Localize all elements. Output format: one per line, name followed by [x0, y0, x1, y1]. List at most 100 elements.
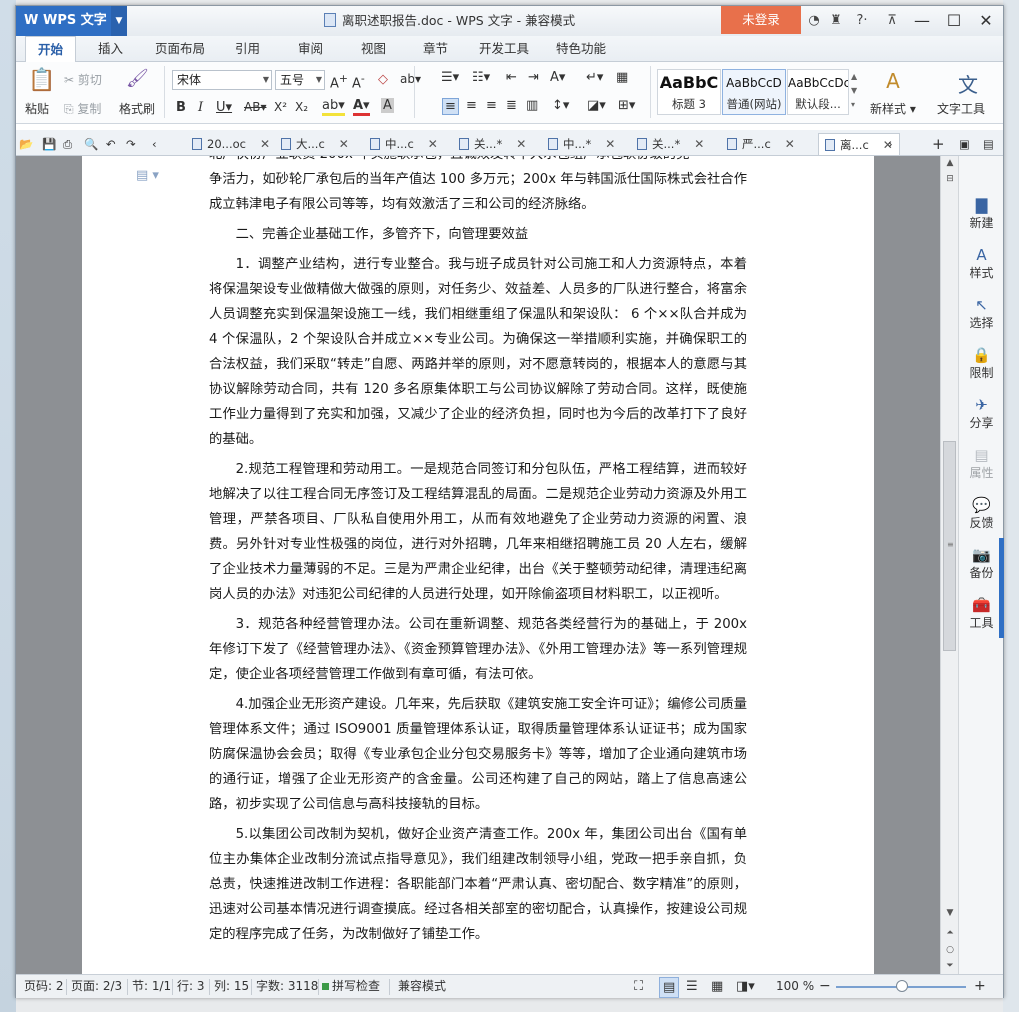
bold-icon[interactable]: B [176, 100, 186, 115]
scroll-down-icon[interactable]: ▼ [941, 908, 959, 918]
scroll-top-icon[interactable]: ▲ [941, 158, 959, 168]
close-button[interactable]: ✕ [970, 6, 1002, 36]
bullet-list-icon[interactable]: ☰▾ [441, 70, 459, 85]
help-icon[interactable]: ?· [848, 6, 876, 36]
doc-tab-5[interactable]: 中...* ✕ [548, 133, 615, 155]
format-painter-button[interactable]: 格式刷 [119, 100, 155, 117]
align-center-icon[interactable]: ≡ [466, 98, 477, 113]
superscript-icon[interactable]: X² [274, 100, 287, 114]
menu-view[interactable]: 视图 [361, 36, 386, 62]
text-tools-icon[interactable]: 文 [956, 69, 980, 98]
maximize-button[interactable]: ☐ [938, 6, 970, 36]
document-page[interactable]: ▤ ▾ 北产伙份厂业联员 200x 年实施联承包，且诚效发转平大水包组厂承包联协… [82, 156, 874, 974]
styles-scroll-icon[interactable]: ▲ ▼ ▾ [851, 70, 857, 112]
panel-new[interactable]: ▇ 新建 [959, 196, 1004, 231]
close-icon[interactable]: ✕ [516, 137, 526, 151]
new-style-button[interactable]: 新样式 ▾ [870, 100, 916, 117]
redo-icon[interactable]: ↷ [126, 133, 136, 155]
panel-tools[interactable]: 🧰 工具 [959, 596, 1004, 631]
tabs-scroll-left-icon[interactable]: ‹ [152, 133, 157, 155]
align-right-icon[interactable]: ≡ [486, 98, 497, 113]
panel-backup[interactable]: 📷 备份 [959, 546, 1004, 581]
shading-icon[interactable]: ◪▾ [587, 98, 606, 113]
zoom-level[interactable]: 100 % [776, 975, 814, 998]
tab-menu-icon[interactable]: ▤ [983, 133, 994, 155]
panel-select[interactable]: ↖ 选择 [959, 296, 1004, 331]
doc-tab-7[interactable]: 严...c ✕ [727, 133, 795, 155]
outline-view-icon[interactable]: ☰ [686, 975, 698, 998]
grow-font-icon[interactable]: A+ [330, 72, 348, 91]
style-normal-web[interactable]: AaBbCcD 普通(网站) [722, 69, 786, 115]
clear-format-icon[interactable]: ◇ [378, 72, 388, 87]
zoom-in-icon[interactable]: + [974, 975, 986, 998]
phonetic-icon[interactable]: ab▾ [400, 72, 421, 86]
distribute-icon[interactable]: ▥ [526, 98, 538, 113]
menu-reference[interactable]: 引用 [235, 36, 260, 62]
shrink-font-icon[interactable]: A- [352, 72, 365, 91]
close-icon[interactable]: ✕ [605, 137, 615, 151]
align-left-icon[interactable]: ≡ [442, 98, 459, 115]
close-icon[interactable]: ✕ [339, 137, 349, 151]
text-tools-button[interactable]: 文字工具 [937, 100, 985, 117]
page-view-icon[interactable]: ▤ [659, 977, 680, 998]
menu-insert[interactable]: 插入 [98, 36, 123, 62]
close-icon[interactable]: ✕ [260, 137, 270, 151]
font-size-select[interactable]: 五号 ▼ [275, 70, 325, 90]
scroll-thumb[interactable]: ≡ [943, 441, 956, 651]
doc-tab-1[interactable]: 20...oc ✕ [192, 133, 270, 155]
zoom-out-icon[interactable]: − [819, 975, 831, 998]
print-preview-icon[interactable]: 🔍 [84, 133, 98, 155]
italic-icon[interactable]: I [198, 100, 203, 115]
panel-feedback[interactable]: 💬 反馈 [959, 496, 1004, 531]
panel-share[interactable]: ✈ 分享 [959, 396, 1004, 431]
skin-icon[interactable]: ◔ [804, 6, 824, 36]
open-icon[interactable]: 📂 [19, 133, 33, 155]
paste-icon[interactable]: 📋 [28, 68, 55, 93]
app-menu-dropdown-icon[interactable]: ▼ [111, 6, 127, 36]
panel-style[interactable]: A 样式 [959, 246, 1004, 281]
numbered-list-icon[interactable]: ☷▾ [472, 70, 490, 85]
tshirt-icon[interactable]: ♜ [826, 6, 846, 36]
decrease-indent-icon[interactable]: ⇤ [506, 70, 517, 85]
tabs-scroll-right-icon[interactable]: › [888, 133, 893, 155]
copy-button[interactable]: ⎘ 复制 [64, 100, 101, 117]
save-icon[interactable]: 💾 [42, 133, 56, 155]
web-view-icon[interactable]: ▦ [711, 975, 723, 998]
table-icon[interactable]: ▦ [616, 70, 628, 85]
new-style-icon[interactable]: A [881, 69, 905, 93]
paste-button[interactable]: 粘贴 [25, 100, 49, 117]
browse-object-icon[interactable]: ○ [941, 945, 959, 955]
font-family-select[interactable]: 宋体 ▼ [172, 70, 272, 90]
tab-list-icon[interactable]: ▣ [959, 133, 970, 155]
prev-page-icon[interactable]: ⏶ [941, 928, 959, 938]
doc-tab-4[interactable]: 关...* ✕ [459, 133, 526, 155]
line-spacing-icon[interactable]: ↕▾ [552, 98, 569, 113]
close-icon[interactable]: ✕ [428, 137, 438, 151]
font-color-icon[interactable]: A▾ [353, 98, 370, 116]
format-painter-icon[interactable]: 🖌 [126, 68, 149, 89]
status-word-count[interactable]: 字数: 3118 [256, 975, 318, 998]
reading-view-icon[interactable]: ◨▾ [736, 975, 755, 998]
cut-button[interactable]: ✂ 剪切 [64, 71, 102, 88]
doc-tab-3[interactable]: 中...c ✕ [370, 133, 438, 155]
style-heading3[interactable]: AaBbC 标题 3 [657, 69, 721, 115]
minimize-button[interactable]: — [906, 6, 938, 36]
split-icon[interactable]: ⊟ [941, 174, 959, 184]
new-tab-icon[interactable]: + [932, 133, 945, 155]
justify-icon[interactable]: ≣ [506, 98, 517, 113]
panel-properties[interactable]: ▤ 属性 [959, 446, 1004, 481]
fullscreen-view-icon[interactable]: ⛶ [634, 975, 643, 998]
vertical-scrollbar[interactable]: ▲ ⊟ ≡ ▼ ⏶ ○ ⏷ [940, 156, 958, 974]
menu-special[interactable]: 特色功能 [556, 36, 606, 62]
next-page-icon[interactable]: ⏷ [941, 961, 959, 971]
borders-icon[interactable]: ⊞▾ [618, 98, 635, 113]
menu-chapter[interactable]: 章节 [423, 36, 448, 62]
char-shading-icon[interactable]: A [381, 98, 394, 113]
close-icon[interactable]: ✕ [785, 137, 795, 151]
app-menu-button[interactable]: W WPS 文字 ▼ [16, 6, 127, 36]
style-default-paragraph[interactable]: AaBbCcDc 默认段... [787, 69, 849, 115]
menu-page-layout[interactable]: 页面布局 [155, 36, 205, 62]
highlight-icon[interactable]: ab▾ [322, 98, 345, 116]
strikethrough-icon[interactable]: AB▾ [244, 100, 266, 114]
close-icon[interactable]: ✕ [694, 137, 704, 151]
